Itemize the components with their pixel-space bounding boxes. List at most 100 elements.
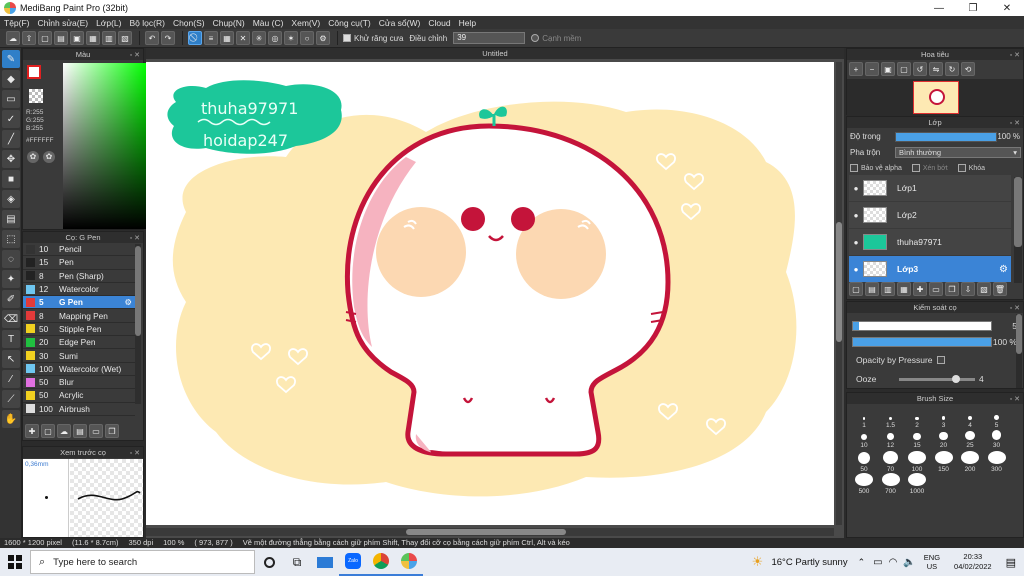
snap-vanish-icon[interactable]: ✶: [284, 31, 298, 45]
brush-size-cell[interactable]: 3: [931, 407, 957, 429]
brush-size-cell[interactable]: 30: [984, 427, 1010, 449]
new-file-icon[interactable]: ▢: [38, 31, 52, 45]
fit-icon[interactable]: ▣: [881, 62, 895, 76]
brush-row[interactable]: 20 Edge Pen: [23, 336, 135, 350]
brush-size-cell[interactable]: 1: [851, 407, 877, 429]
actual-size-icon[interactable]: ▢: [897, 62, 911, 76]
brush-row[interactable]: 12 Watercolor: [23, 282, 135, 297]
layer-row-selected[interactable]: ● Lớp3 ⚙: [849, 256, 1011, 282]
brush-size-cell[interactable]: 4: [957, 407, 983, 429]
zoom-in-icon[interactable]: +: [849, 62, 863, 76]
brush-row[interactable]: 100 Airbrush: [23, 402, 135, 416]
brush-size-cell[interactable]: 150: [931, 451, 957, 473]
blend-mode-select[interactable]: Bình thường ▾: [895, 147, 1021, 158]
brush-add-icon[interactable]: ✚: [25, 424, 39, 438]
select-tool-icon[interactable]: ⬚: [2, 230, 20, 248]
brush-size-cell[interactable]: 300: [984, 451, 1010, 473]
menu-help[interactable]: Help: [459, 18, 476, 28]
menu-edit[interactable]: Chỉnh sửa(E): [38, 18, 89, 28]
brush-size-cell[interactable]: 5: [984, 407, 1010, 429]
layer-menu-icon[interactable]: ✚: [913, 282, 927, 296]
network-icon[interactable]: ▭: [873, 557, 882, 568]
brush-row[interactable]: 8 Pen (Sharp): [23, 269, 135, 283]
snap-settings-icon[interactable]: ⚙: [316, 31, 330, 45]
snap-cross-icon[interactable]: ✕: [236, 31, 250, 45]
adjust-select[interactable]: 39: [453, 32, 526, 44]
brush-size-cell[interactable]: 500: [851, 473, 877, 495]
brush-size-cell[interactable]: 1000: [904, 473, 930, 495]
brush-row[interactable]: 8 Mapping Pen: [23, 309, 135, 323]
eyedropper-tool-icon[interactable]: ⟋: [2, 390, 20, 408]
brush-size-cell[interactable]: 25: [957, 427, 983, 449]
reset-view-icon[interactable]: ⟲: [961, 62, 975, 76]
brush-new-icon[interactable]: ▢: [41, 424, 55, 438]
page-icon[interactable]: ▦: [86, 31, 100, 45]
brush-row[interactable]: 30 Sumi: [23, 349, 135, 363]
brush-size-cell[interactable]: 2: [904, 407, 930, 429]
chrome-app-icon[interactable]: [367, 548, 395, 576]
tray-chevron-icon[interactable]: ⌃: [858, 557, 866, 568]
canvas-vertical-scrollbar[interactable]: [836, 62, 842, 525]
canvas-horizontal-scrollbar[interactable]: [146, 528, 834, 536]
snap-concentric-icon[interactable]: ◎: [268, 31, 282, 45]
redo-icon[interactable]: ↷: [161, 31, 175, 45]
hand-tool-icon[interactable]: ✋: [2, 410, 20, 428]
start-button[interactable]: [0, 548, 30, 576]
language-indicator[interactable]: ENG US: [924, 553, 940, 571]
volume-icon[interactable]: 🔈: [903, 557, 915, 568]
brush-size-slider[interactable]: [852, 321, 992, 331]
rectangle-tool-icon[interactable]: ▭: [2, 90, 20, 108]
brush-row[interactable]: 10 Pencil: [23, 243, 135, 257]
duplicate-layer-icon[interactable]: ❐: [945, 282, 959, 296]
weather-text[interactable]: 16°C Partly sunny: [771, 557, 847, 568]
layer-row[interactable]: ● Lớp1: [849, 175, 1011, 201]
saturation-value-picker[interactable]: [63, 63, 147, 229]
operation-tool-icon[interactable]: ↖: [2, 350, 20, 368]
brush-row[interactable]: 50 Stipple Pen: [23, 322, 135, 337]
flip-icon[interactable]: ⇋: [929, 62, 943, 76]
brush-size-cell[interactable]: 70: [878, 451, 904, 473]
antialias-checkbox[interactable]: [343, 34, 351, 42]
ooze-handle[interactable]: [952, 375, 961, 383]
undo-icon[interactable]: ↶: [145, 31, 159, 45]
upload-icon[interactable]: ⇧: [22, 31, 36, 45]
menu-layer[interactable]: Lớp(L): [96, 18, 121, 28]
ooze-slider[interactable]: [899, 375, 975, 383]
zoom-out-icon[interactable]: −: [865, 62, 879, 76]
layer-row[interactable]: ● Lớp2: [849, 202, 1011, 228]
brush-size-cell[interactable]: 50: [851, 451, 877, 473]
canvas-tab[interactable]: Untitled: [146, 48, 844, 59]
new-halftone-layer-icon[interactable]: ▤: [865, 282, 879, 296]
brush-cloud-icon[interactable]: ☁: [57, 424, 71, 438]
menu-snap[interactable]: Chụp(N): [213, 18, 245, 28]
open-file-icon[interactable]: ▤: [54, 31, 68, 45]
eye-icon[interactable]: ●: [849, 211, 863, 220]
eye-icon[interactable]: ●: [849, 265, 863, 274]
save-icon[interactable]: ▣: [70, 31, 84, 45]
move-tool-icon[interactable]: ✥: [2, 150, 20, 168]
bucket-tool-icon[interactable]: ◈: [2, 190, 20, 208]
opacity-by-pressure-checkbox[interactable]: [936, 356, 945, 364]
fill-rect-tool-icon[interactable]: ■: [2, 170, 20, 188]
eraser-tool-icon[interactable]: ◆: [2, 70, 20, 88]
smooth-checkbox[interactable]: [531, 34, 540, 42]
brush-control-scrollbar[interactable]: [1016, 314, 1022, 388]
magic-wand-tool-icon[interactable]: ✦: [2, 270, 20, 288]
brush-duplicate-icon[interactable]: ❐: [105, 424, 119, 438]
protect-alpha-checkbox[interactable]: [850, 164, 858, 172]
rotate-right-icon[interactable]: ↻: [945, 62, 959, 76]
mail-app-icon[interactable]: [311, 548, 339, 576]
brush-size-cell[interactable]: 10: [851, 427, 877, 449]
select-eraser-tool-icon[interactable]: ⌫: [2, 310, 20, 328]
brush-size-cell[interactable]: 15: [904, 427, 930, 449]
clipping-checkbox[interactable]: [911, 164, 920, 172]
snap-grid-icon[interactable]: ▦: [220, 31, 234, 45]
rotate-left-icon[interactable]: ↺: [913, 62, 927, 76]
snap-radial-icon[interactable]: ✳: [252, 31, 266, 45]
lock-checkbox[interactable]: [957, 164, 966, 172]
brush-folder-icon[interactable]: ▭: [89, 424, 103, 438]
brush-size-cell[interactable]: 700: [878, 473, 904, 495]
select-pen-tool-icon[interactable]: ✐: [2, 290, 20, 308]
layer-scrollbar[interactable]: [1014, 177, 1022, 283]
menu-filter[interactable]: Bộ lọc(R): [130, 18, 165, 28]
